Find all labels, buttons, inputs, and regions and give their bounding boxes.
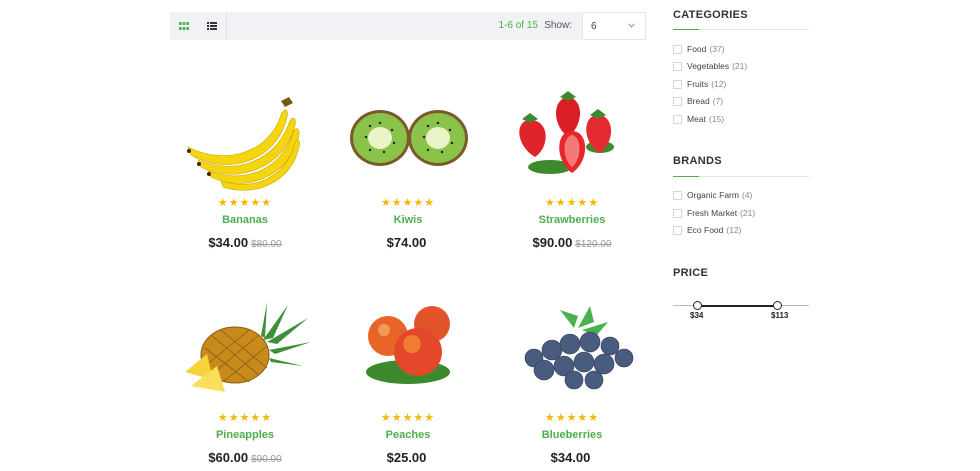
product-name[interactable]: Strawberries [490, 214, 654, 226]
price-min-label: $34 [690, 311, 704, 320]
product-card[interactable]: ★★★★★ Strawberries $90.00 $120.00 [490, 85, 654, 265]
price-title: PRICE [673, 267, 709, 279]
product-price: $34.00 [490, 450, 654, 465]
product-card[interactable]: ★★★★★ Pineapples $60.00 $90.00 [163, 300, 327, 471]
current-price: $90.00 [532, 235, 573, 250]
filter-label: Organic Farm [687, 190, 739, 200]
filter-count: (21) [732, 61, 748, 71]
show-label: Show: [544, 20, 572, 31]
product-card[interactable]: ★★★★★ Peaches $25.00 [326, 300, 490, 471]
checkbox[interactable] [673, 61, 682, 71]
product-name[interactable]: Blueberries [490, 429, 654, 441]
filter-count: (4) [741, 190, 753, 200]
product-price: $60.00 $90.00 [163, 450, 327, 465]
peaches-image [366, 306, 450, 384]
rating-stars: ★★★★★ [380, 197, 436, 209]
blueberries-image [524, 306, 634, 390]
result-count: 1-6 of 15 [498, 20, 538, 31]
products-toolbar: 1-6 of 15 Show: 6 [170, 12, 646, 40]
category-filter[interactable]: Fruits (12) [673, 79, 726, 89]
filter-label: Fresh Market [687, 208, 738, 218]
filter-label: Fruits [687, 79, 709, 89]
filter-label: Bread [687, 96, 710, 106]
bananas-image [187, 97, 300, 191]
old-price: $90.00 [251, 454, 282, 465]
product-price: $74.00 [326, 235, 490, 250]
brands-divider [673, 176, 809, 177]
rating-stars: ★★★★★ [380, 412, 436, 424]
list-view-icon [207, 22, 217, 30]
price-min-handle[interactable] [693, 301, 702, 310]
filter-count: (21) [740, 208, 756, 218]
filter-count: (15) [708, 114, 725, 124]
brands-title: BRANDS [673, 155, 722, 167]
filter-count: (12) [726, 225, 742, 235]
per-page-value: 6 [591, 21, 597, 32]
filter-count: (12) [711, 79, 727, 89]
product-name[interactable]: Pineapples [163, 429, 327, 441]
filter-count: (37) [709, 44, 725, 54]
current-price: $74.00 [386, 235, 427, 250]
product-card[interactable]: ★★★★★ Kiwis $74.00 [326, 85, 490, 265]
checkbox[interactable] [673, 208, 682, 218]
pineapples-image [185, 302, 311, 392]
product-name[interactable]: Kiwis [326, 214, 490, 226]
filter-label: Food [687, 44, 707, 54]
product-name[interactable]: Peaches [326, 429, 490, 441]
old-price: $120.00 [575, 239, 612, 250]
grid-view-icon [179, 22, 189, 30]
brand-filter[interactable]: Fresh Market (21) [673, 208, 755, 218]
product-price: $90.00 $120.00 [490, 235, 654, 250]
checkbox[interactable] [673, 44, 682, 54]
rating-stars: ★★★★★ [544, 197, 600, 209]
chevron-down-icon [628, 23, 635, 28]
checkbox[interactable] [673, 96, 682, 106]
price-max-label: $113 [771, 311, 789, 320]
categories-divider [673, 29, 809, 30]
brand-filter[interactable]: Organic Farm (4) [673, 190, 752, 200]
product-card[interactable]: ★★★★★ Blueberries $34.00 [490, 300, 654, 471]
strawberries-image [519, 91, 614, 174]
category-filter[interactable]: Food (37) [673, 44, 725, 54]
filter-count: (7) [712, 96, 724, 106]
filter-label: Meat [687, 114, 706, 124]
kiwis-image [350, 110, 468, 166]
product-card[interactable]: ★★★★★ Bananas $34.00 $80.00 [163, 85, 327, 265]
filter-label: Vegetables [687, 61, 730, 71]
category-filter[interactable]: Vegetables (21) [673, 61, 747, 71]
list-view-button[interactable] [198, 12, 227, 40]
category-filter[interactable]: Bread (7) [673, 96, 723, 106]
rating-stars: ★★★★★ [217, 197, 273, 209]
per-page-select[interactable]: 6 [582, 12, 646, 40]
current-price: $25.00 [386, 450, 427, 465]
product-name[interactable]: Bananas [163, 214, 327, 226]
checkbox[interactable] [673, 190, 682, 200]
price-slider-range [697, 305, 777, 307]
current-price: $34.00 [550, 450, 591, 465]
product-price: $25.00 [326, 450, 490, 465]
product-price: $34.00 $80.00 [163, 235, 327, 250]
checkbox[interactable] [673, 225, 682, 235]
categories-title: CATEGORIES [673, 9, 748, 21]
rating-stars: ★★★★★ [217, 412, 273, 424]
current-price: $60.00 [208, 450, 249, 465]
brand-filter[interactable]: Eco Food (12) [673, 225, 742, 235]
grid-view-button[interactable] [170, 12, 198, 40]
price-max-handle[interactable] [773, 301, 782, 310]
checkbox[interactable] [673, 114, 682, 124]
category-filter[interactable]: Meat (15) [673, 114, 724, 124]
old-price: $80.00 [251, 239, 282, 250]
checkbox[interactable] [673, 79, 682, 89]
rating-stars: ★★★★★ [544, 412, 600, 424]
filter-label: Eco Food [687, 225, 724, 235]
current-price: $34.00 [208, 235, 249, 250]
